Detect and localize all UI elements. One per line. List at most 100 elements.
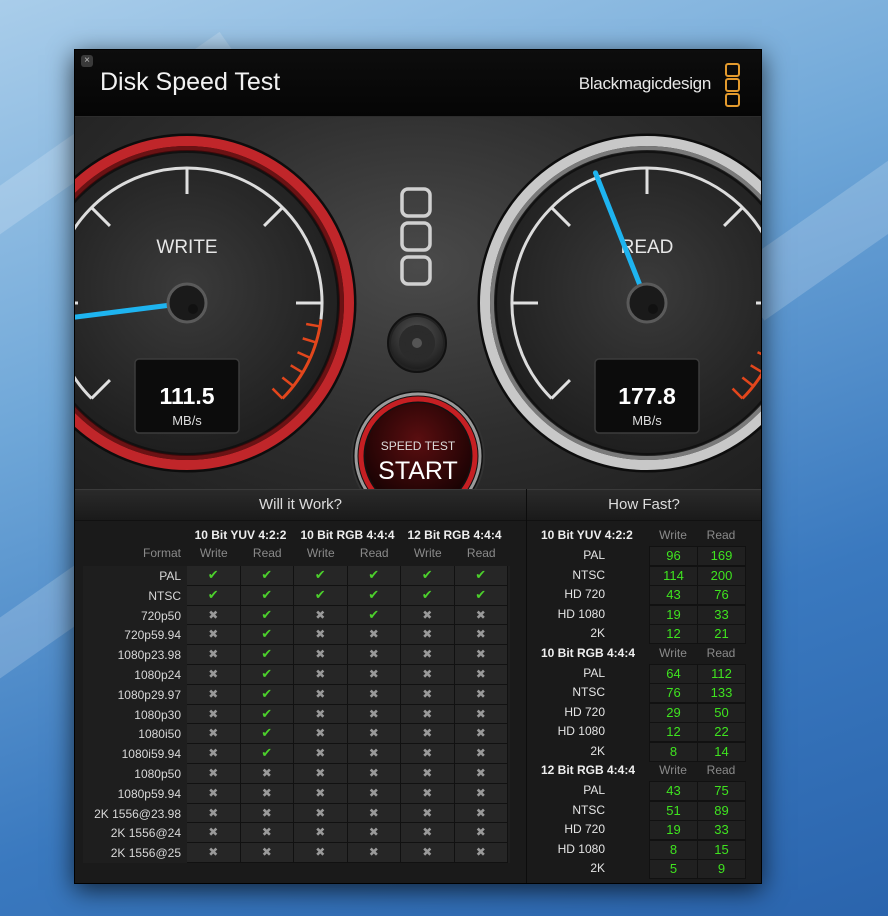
cross-icon: ✖ (294, 724, 348, 745)
gauge-area: WRITE 111.5 MB/s READ 177.8 MB/s SPEED TEST (75, 117, 761, 489)
cross-icon: ✖ (240, 843, 294, 863)
how-fast-write-header: Write (659, 528, 687, 542)
how-fast-section-title: 12 Bit RGB 4:4:4 (541, 763, 636, 777)
how-fast-read-value: 76 (697, 585, 746, 605)
cross-icon: ✖ (401, 605, 455, 626)
check-icon: ✔ (347, 566, 401, 586)
column-header-write: Write (199, 546, 228, 560)
how-fast-format-label: NTSC (572, 567, 605, 582)
how-fast-write-value: 64 (649, 663, 698, 684)
format-column-header: Format (142, 546, 181, 560)
how-fast-read-header: Read (706, 645, 736, 660)
how-fast-write-value: 19 (649, 604, 698, 625)
check-icon: ✔ (240, 744, 294, 764)
cross-icon: ✖ (187, 625, 241, 646)
cross-icon: ✖ (187, 704, 241, 725)
cross-icon: ✖ (347, 625, 401, 646)
cross-icon: ✖ (187, 605, 241, 626)
column-header-write: Write (306, 546, 335, 560)
how-fast-format-label: 2K (590, 861, 605, 875)
check-icon: ✔ (347, 605, 401, 626)
format-label: 720p59.94 (124, 628, 181, 643)
gear-icon[interactable] (387, 313, 447, 373)
gauge-hub (626, 282, 668, 324)
how-fast-read-value: 9 (697, 859, 746, 879)
cross-icon: ✖ (347, 724, 401, 745)
disk-speed-test-window: × Disk Speed Test Blackmagicdesign WRITE… (74, 49, 762, 884)
cross-icon: ✖ (240, 764, 294, 784)
gauge-value: 177.8 (618, 383, 676, 409)
how-fast-read-value: 89 (697, 800, 746, 821)
cross-icon: ✖ (401, 724, 455, 745)
read-gauge: READ177.8MB/s (477, 133, 761, 473)
cross-icon: ✖ (294, 704, 348, 725)
cross-icon: ✖ (401, 684, 455, 705)
how-fast-format-label: HD 720 (564, 587, 605, 601)
close-icon[interactable]: × (81, 55, 93, 67)
group-header: 12 Bit RGB 4:4:4 (407, 528, 502, 542)
format-label: 720p50 (140, 608, 181, 623)
cross-icon: ✖ (454, 744, 508, 764)
cross-icon: ✖ (294, 783, 348, 804)
cross-icon: ✖ (401, 803, 455, 824)
blackmagic-logo-large (400, 187, 432, 286)
format-label: 2K 1556@24 (110, 826, 181, 841)
how-fast-format-label: PAL (583, 665, 605, 680)
how-fast-format-label: 2K (590, 743, 605, 758)
how-fast-format-label: HD 720 (564, 822, 605, 836)
column-header-write: Write (413, 546, 442, 560)
how-fast-read-value: 75 (697, 781, 746, 801)
format-label: 1080p59.94 (117, 786, 181, 801)
cross-icon: ✖ (454, 843, 508, 863)
cross-icon: ✖ (347, 823, 401, 844)
format-label: 1080p24 (134, 668, 181, 682)
check-icon: ✔ (240, 665, 294, 685)
check-icon: ✔ (401, 566, 455, 586)
how-fast-write-value: 8 (649, 839, 698, 860)
how-fast-format-label: HD 720 (564, 704, 605, 719)
format-label: 2K 1556@25 (110, 846, 181, 861)
title-bar[interactable]: × Disk Speed Test Blackmagicdesign (75, 50, 761, 117)
cross-icon: ✖ (187, 684, 241, 705)
cross-icon: ✖ (240, 803, 294, 824)
how-fast-read-value: 112 (697, 663, 746, 684)
cross-icon: ✖ (187, 823, 241, 844)
check-icon: ✔ (401, 585, 455, 606)
brand-name: Blackmagicdesign (578, 74, 712, 93)
will-it-work-header: Will it Work? (75, 489, 526, 521)
cross-icon: ✖ (187, 803, 241, 824)
how-fast-read-header: Read (706, 528, 736, 542)
cross-icon: ✖ (240, 823, 294, 844)
cross-icon: ✖ (294, 605, 348, 626)
column-header-read: Read (359, 546, 389, 560)
gauges-svg: WRITE111.5MB/s READ177.8MB/s SPEED TEST (75, 133, 761, 489)
start-button[interactable]: SPEED TEST START (351, 389, 485, 489)
cross-icon: ✖ (294, 645, 348, 665)
cross-icon: ✖ (187, 665, 241, 685)
cross-icon: ✖ (347, 665, 401, 685)
how-fast-write-value: 43 (649, 585, 698, 605)
how-fast-write-value: 51 (649, 800, 698, 821)
cross-icon: ✖ (401, 645, 455, 665)
how-fast-write-header: Write (659, 763, 687, 777)
how-fast-write-header: Write (659, 645, 687, 660)
how-fast-section-title: 10 Bit YUV 4:2:2 (541, 528, 633, 542)
group-header: 10 Bit YUV 4:2:2 (194, 528, 287, 542)
cross-icon: ✖ (454, 684, 508, 705)
cross-icon: ✖ (187, 744, 241, 764)
cross-icon: ✖ (294, 684, 348, 705)
how-fast-read-value: 33 (697, 604, 746, 625)
cross-icon: ✖ (401, 625, 455, 646)
gauge-label: WRITE (156, 237, 217, 258)
cross-icon: ✖ (187, 783, 241, 804)
cross-icon: ✖ (454, 783, 508, 804)
cross-icon: ✖ (454, 605, 508, 626)
format-label: 2K 1556@23.98 (94, 806, 181, 821)
write-gauge: WRITE 111.5 MB/s (75, 133, 357, 473)
cross-icon: ✖ (401, 764, 455, 784)
cross-icon: ✖ (294, 823, 348, 844)
app-title: Disk Speed Test (100, 68, 281, 96)
check-icon: ✔ (294, 585, 348, 606)
format-label: 1080i59.94 (121, 747, 181, 762)
how-fast-title: How Fast? (608, 496, 680, 513)
